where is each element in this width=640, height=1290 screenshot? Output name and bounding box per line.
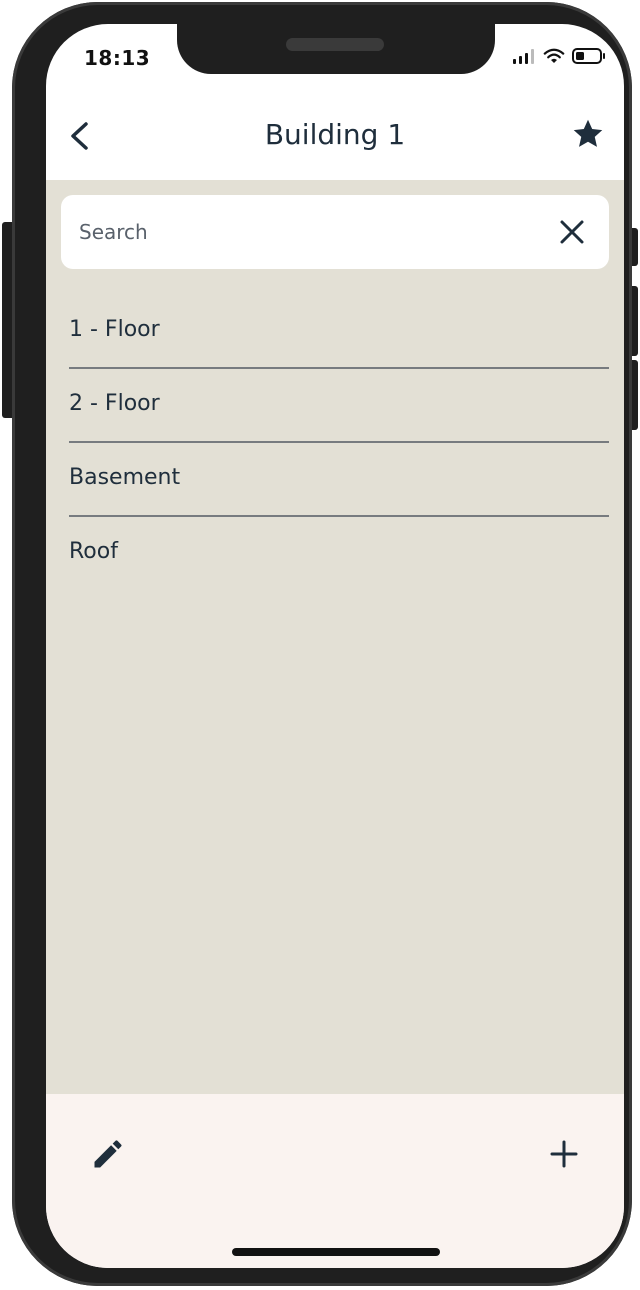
list-item-label: 1 - Floor [69, 317, 160, 342]
pencil-icon [94, 1140, 122, 1168]
list-item-label: Roof [69, 539, 118, 564]
edit-button[interactable] [90, 1136, 126, 1172]
list-item-label: Basement [69, 465, 181, 490]
floor-list: 1 - Floor 2 - Floor Basement Roof [69, 295, 609, 591]
list-item[interactable]: 2 - Floor [69, 369, 609, 443]
list-item-label: 2 - Floor [69, 391, 160, 416]
list-item[interactable]: Roof [69, 517, 609, 591]
list-item[interactable]: Basement [69, 443, 609, 517]
search-input[interactable] [77, 213, 521, 251]
battery-icon [572, 48, 605, 64]
star-icon [573, 119, 603, 147]
clear-search-button[interactable] [555, 215, 589, 249]
plus-icon [550, 1140, 578, 1168]
screen: 18:13 Building 1 Search 1 - Floor 2 - Fl… [46, 24, 624, 1268]
notch [177, 24, 495, 74]
favorite-button[interactable] [570, 116, 606, 152]
search-bar [61, 195, 609, 269]
signal-icon [513, 49, 534, 64]
home-indicator[interactable] [232, 1248, 440, 1256]
wifi-icon [543, 48, 565, 63]
status-time: 18:13 [84, 46, 151, 70]
list-item[interactable]: 1 - Floor [69, 295, 609, 369]
navigation-header: Building 1 [46, 98, 624, 180]
status-icons [512, 48, 606, 64]
bottom-toolbar [46, 1094, 624, 1268]
close-icon [560, 220, 584, 244]
phone-frame: 18:13 Building 1 Search 1 - Floor 2 - Fl… [12, 2, 632, 1286]
page-title: Building 1 [264, 118, 406, 151]
speaker [286, 38, 384, 51]
floor-list-screen: 1 - Floor 2 - Floor Basement Roof [46, 180, 624, 1094]
add-button[interactable] [548, 1138, 580, 1170]
